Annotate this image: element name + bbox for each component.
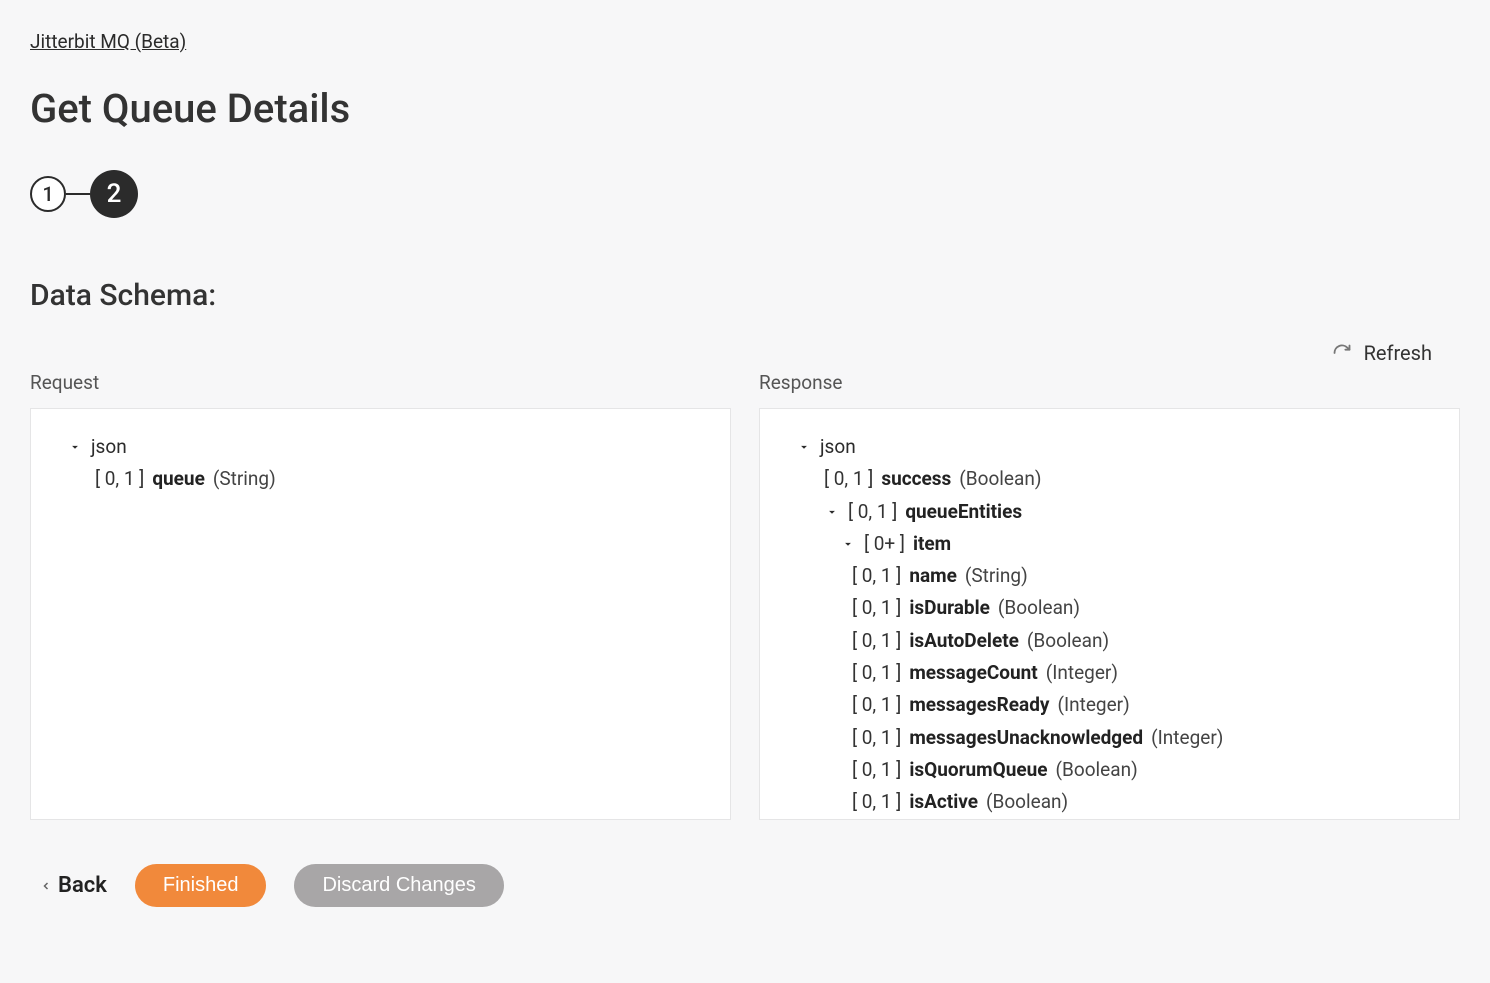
chevron-down-icon — [840, 537, 856, 551]
field-name: messagesUnacknowledged — [909, 722, 1143, 754]
field-cardinality: [ 0, 1 ] — [852, 560, 901, 592]
tree-root-label: json — [820, 431, 856, 463]
field-cardinality: [ 0, 1 ] — [95, 463, 144, 495]
chevron-down-icon — [67, 440, 83, 454]
field-cardinality: [ 0, 1 ] — [824, 463, 873, 495]
response-label: Response — [759, 371, 1460, 394]
field-type: (Integer) — [1151, 722, 1223, 754]
field-cardinality: [ 0, 1 ] — [848, 496, 897, 528]
field-type: (String) — [213, 463, 276, 495]
refresh-icon[interactable] — [1332, 343, 1352, 363]
field-type: (Boolean) — [959, 463, 1041, 495]
tree-field[interactable]: [ 0, 1 ] name (String) — [784, 560, 1435, 592]
footer-actions: Back Finished Discard Changes — [30, 864, 1460, 907]
finished-button[interactable]: Finished — [135, 864, 267, 907]
chevron-down-icon — [796, 440, 812, 454]
field-name: success — [881, 463, 951, 495]
step-connector — [66, 193, 90, 195]
tree-node-item[interactable]: [ 0+ ] item — [784, 528, 1435, 560]
breadcrumb-link[interactable]: Jitterbit MQ (Beta) — [30, 30, 186, 53]
field-cardinality: [ 0, 1 ] — [852, 689, 901, 721]
field-name: messagesReady — [909, 689, 1049, 721]
tree-field[interactable]: [ 0, 1 ] messageCount (Integer) — [784, 657, 1435, 689]
field-type: (Boolean) — [1056, 754, 1138, 786]
field-name: queueEntities — [905, 496, 1022, 528]
tree-root-response[interactable]: json — [784, 431, 1435, 463]
section-heading: Data Schema: — [30, 278, 1460, 313]
response-panel: json [ 0, 1 ] success (Boolean) [ 0, 1 ]… — [759, 408, 1460, 820]
step-2[interactable]: 2 — [90, 170, 138, 218]
field-cardinality: [ 0, 1 ] — [852, 754, 901, 786]
stepper: 1 2 — [30, 170, 1460, 218]
field-name: isActive — [909, 786, 978, 818]
tree-root-label: json — [91, 431, 127, 463]
field-type: (String) — [965, 560, 1028, 592]
tree-field[interactable]: [ 0, 1 ] messagesReady (Integer) — [784, 689, 1435, 721]
back-label: Back — [58, 873, 107, 898]
field-name: item — [913, 528, 951, 560]
field-name: isDurable — [909, 592, 990, 624]
step-1[interactable]: 1 — [30, 176, 66, 212]
field-type: (Integer) — [1046, 657, 1118, 689]
field-name: messageCount — [909, 657, 1037, 689]
tree-field[interactable]: [ 0, 1 ] isQuorumQueue (Boolean) — [784, 754, 1435, 786]
request-label: Request — [30, 371, 731, 394]
field-name: isQuorumQueue — [909, 754, 1047, 786]
field-cardinality: [ 0, 1 ] — [852, 786, 901, 818]
tree-node-queueentities[interactable]: [ 0, 1 ] queueEntities — [784, 496, 1435, 528]
request-panel: json [ 0, 1 ] queue (String) — [30, 408, 731, 820]
discard-changes-button[interactable]: Discard Changes — [294, 864, 503, 907]
tree-field[interactable]: [ 0, 1 ] isAutoDelete (Boolean) — [784, 625, 1435, 657]
page-title: Get Queue Details — [30, 85, 1460, 132]
field-type: (Integer) — [1057, 689, 1129, 721]
field-cardinality: [ 0, 1 ] — [852, 592, 901, 624]
field-name: isAutoDelete — [909, 625, 1019, 657]
tree-field-success[interactable]: [ 0, 1 ] success (Boolean) — [784, 463, 1435, 495]
field-cardinality: [ 0, 1 ] — [852, 657, 901, 689]
back-button[interactable]: Back — [40, 873, 107, 898]
refresh-button[interactable]: Refresh — [1364, 341, 1432, 365]
field-name: queue — [152, 463, 205, 495]
request-column: Request json [ 0, 1 ] queue (String) — [30, 371, 731, 820]
tree-field[interactable]: [ 0, 1 ] isDurable (Boolean) — [784, 592, 1435, 624]
chevron-down-icon — [824, 505, 840, 519]
field-cardinality: [ 0, 1 ] — [852, 625, 901, 657]
chevron-left-icon — [40, 873, 52, 898]
field-type: (Boolean) — [1027, 625, 1109, 657]
field-type: (Boolean) — [998, 592, 1080, 624]
response-column: Response json [ 0, 1 ] success (Boolean)… — [759, 371, 1460, 820]
field-type: (Boolean) — [986, 786, 1068, 818]
tree-field[interactable]: [ 0, 1 ] messagesUnacknowledged (Integer… — [784, 722, 1435, 754]
tree-field[interactable]: [ 0, 1 ] isActive (Boolean) — [784, 786, 1435, 818]
field-name: name — [909, 560, 957, 592]
tree-field[interactable]: [ 0, 1 ] queue (String) — [55, 463, 706, 495]
tree-root-request[interactable]: json — [55, 431, 706, 463]
field-cardinality: [ 0, 1 ] — [852, 722, 901, 754]
field-cardinality: [ 0+ ] — [864, 528, 905, 560]
